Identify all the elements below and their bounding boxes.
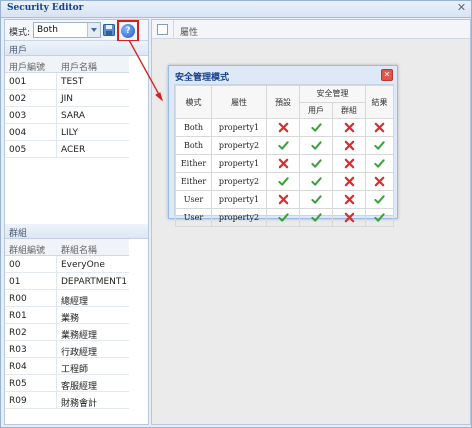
- check-icon: [277, 212, 289, 223]
- check-icon: [277, 176, 289, 187]
- cell-result: [365, 136, 394, 155]
- cell-result: [365, 118, 394, 137]
- cell-group: [332, 154, 366, 173]
- header-default: 預設: [266, 85, 300, 119]
- cell-property: property1: [211, 118, 267, 137]
- cell-default: [266, 118, 300, 137]
- cell-user: [299, 118, 333, 137]
- cell-default: [266, 154, 300, 173]
- header-user: 用戶: [299, 101, 333, 119]
- cell-group: [332, 172, 366, 191]
- dialog-close-icon[interactable]: ✕: [381, 69, 393, 81]
- cross-icon: [374, 176, 385, 187]
- cross-icon: [344, 176, 355, 187]
- cell-mode: Both: [175, 118, 212, 137]
- cell-mode: User: [175, 190, 212, 209]
- cell-property: property1: [211, 154, 267, 173]
- header-security: 安全管理: [299, 85, 366, 103]
- table-row: Both property2: [175, 136, 394, 155]
- dialog-title: 安全管理模式: [175, 73, 230, 83]
- check-icon: [310, 194, 322, 205]
- check-icon: [310, 140, 322, 151]
- cross-icon: [344, 212, 355, 223]
- cell-group: [332, 136, 366, 155]
- cell-user: [299, 190, 333, 209]
- cell-result: [365, 190, 394, 209]
- cell-default: [266, 208, 300, 227]
- cell-result: [365, 172, 394, 191]
- cell-default: [266, 136, 300, 155]
- security-mode-dialog: 安全管理模式 ✕ 模式 屬性 預設 安全管理 結果 用戶 群組 Both prop…: [168, 65, 398, 227]
- cross-icon: [344, 122, 355, 133]
- check-icon: [310, 212, 322, 223]
- table-row: Either property1: [175, 154, 394, 173]
- cell-property: property2: [211, 208, 267, 227]
- cell-default: [266, 172, 300, 191]
- cross-icon: [278, 122, 289, 133]
- cell-property: property2: [211, 172, 267, 191]
- check-icon: [310, 176, 322, 187]
- cell-property: property2: [211, 136, 267, 155]
- cell-result: [365, 208, 394, 227]
- cell-group: [332, 208, 366, 227]
- cell-user: [299, 208, 333, 227]
- check-icon: [374, 158, 385, 169]
- check-icon: [277, 140, 289, 151]
- cell-mode: Both: [175, 136, 212, 155]
- check-icon: [310, 158, 322, 169]
- header-property: 屬性: [211, 85, 267, 119]
- table-row: User property1: [175, 190, 394, 209]
- check-icon: [310, 122, 322, 133]
- cell-group: [332, 190, 366, 209]
- table-row: Either property2: [175, 172, 394, 191]
- cell-mode: User: [175, 208, 212, 227]
- header-group: 群組: [332, 101, 366, 119]
- cross-icon: [344, 194, 355, 205]
- header-mode: 模式: [175, 85, 212, 119]
- cross-icon: [374, 122, 385, 133]
- cross-icon: [278, 194, 289, 205]
- cross-icon: [278, 158, 289, 169]
- header-result: 結果: [365, 85, 394, 119]
- cross-icon: [344, 140, 355, 151]
- cell-user: [299, 136, 333, 155]
- cell-property: property1: [211, 190, 267, 209]
- cell-mode: Either: [175, 154, 212, 173]
- security-mode-table: 模式 屬性 預設 安全管理 結果 用戶 群組 Both property1 Both…: [174, 84, 394, 227]
- cell-default: [266, 190, 300, 209]
- table-row: User property2: [175, 208, 394, 227]
- cell-group: [332, 118, 366, 137]
- check-icon: [374, 194, 385, 205]
- check-icon: [374, 212, 385, 223]
- cross-icon: [344, 158, 355, 169]
- cell-user: [299, 154, 333, 173]
- table-row: Both property1: [175, 118, 394, 137]
- cell-result: [365, 154, 394, 173]
- cell-user: [299, 172, 333, 191]
- check-icon: [374, 140, 385, 151]
- cell-mode: Either: [175, 172, 212, 191]
